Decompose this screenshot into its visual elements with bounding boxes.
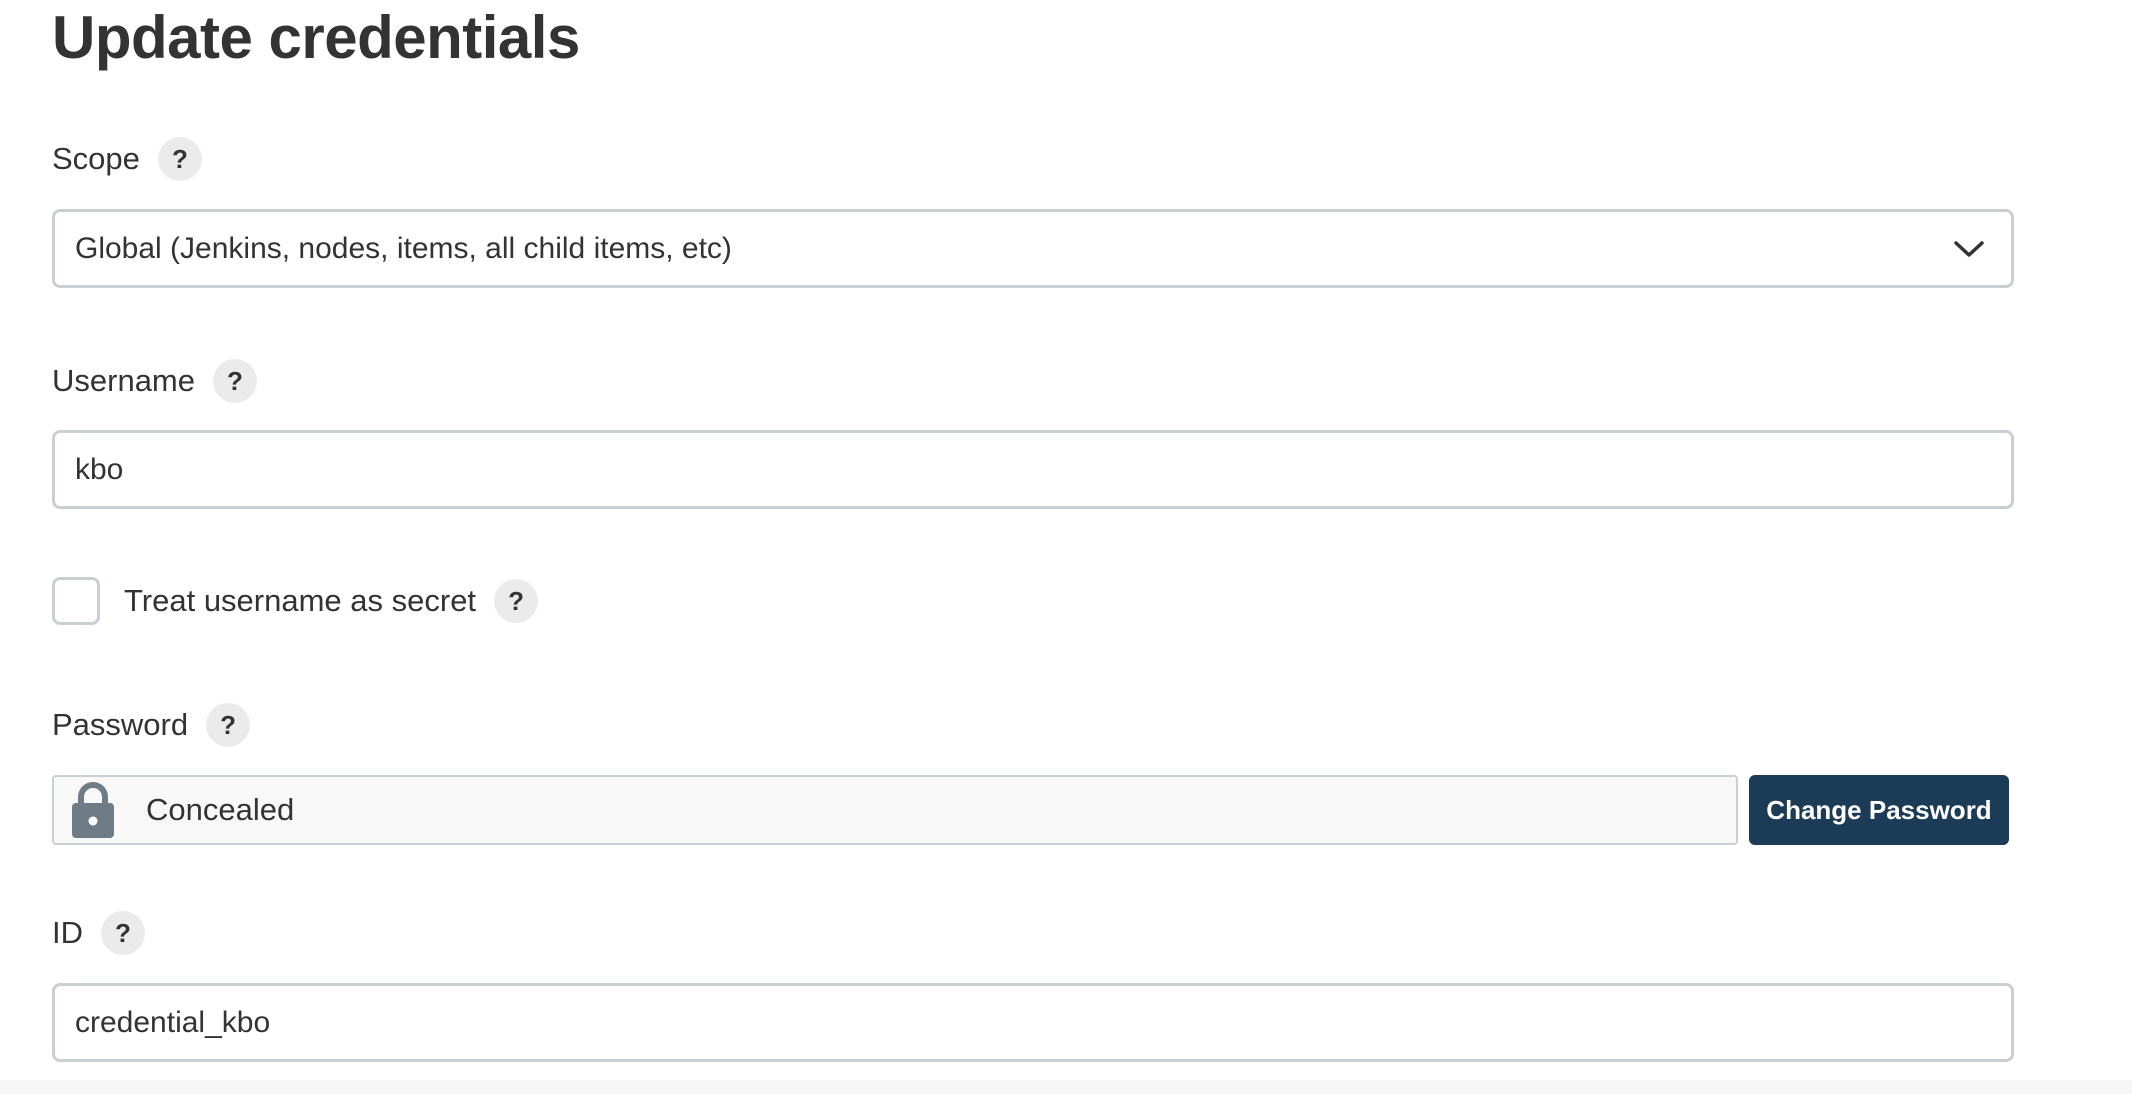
username-input[interactable]: kbo <box>52 430 2014 509</box>
password-label-row: Password ? <box>52 702 251 748</box>
id-value: credential_kbo <box>75 1005 271 1039</box>
scope-select[interactable]: Global (Jenkins, nodes, items, all child… <box>52 209 2014 288</box>
scope-label: Scope <box>52 141 140 176</box>
treat-secret-help-button[interactable]: ? <box>494 579 539 623</box>
password-label: Password <box>52 707 189 742</box>
update-credentials-page: Update credentials Scope ? Global (Jenki… <box>0 0 2132 1094</box>
change-password-button[interactable]: Change Password <box>1749 775 2009 845</box>
lock-icon <box>70 781 116 839</box>
username-label-row: Username ? <box>52 358 257 404</box>
scope-selected-value: Global (Jenkins, nodes, items, all child… <box>75 231 732 265</box>
treat-username-secret-checkbox[interactable] <box>52 577 100 625</box>
password-concealed-text: Concealed <box>146 792 295 827</box>
username-help-button[interactable]: ? <box>213 359 257 403</box>
id-input[interactable]: credential_kbo <box>52 983 2014 1062</box>
password-concealed-field: Concealed <box>52 775 1738 845</box>
password-help-button[interactable]: ? <box>206 703 251 747</box>
id-help-button[interactable]: ? <box>101 911 145 955</box>
scope-help-button[interactable]: ? <box>157 137 202 181</box>
id-label: ID <box>52 915 83 950</box>
bottom-bar <box>0 1080 2132 1094</box>
username-label: Username <box>52 363 195 398</box>
chevron-down-icon <box>1949 229 1989 269</box>
scope-label-row: Scope ? <box>52 136 202 182</box>
id-label-row: ID ? <box>52 910 145 956</box>
page-title: Update credentials <box>52 4 580 71</box>
username-value: kbo <box>75 452 124 486</box>
treat-username-secret-row: Treat username as secret ? <box>52 577 539 625</box>
treat-username-secret-label: Treat username as secret <box>124 583 477 618</box>
